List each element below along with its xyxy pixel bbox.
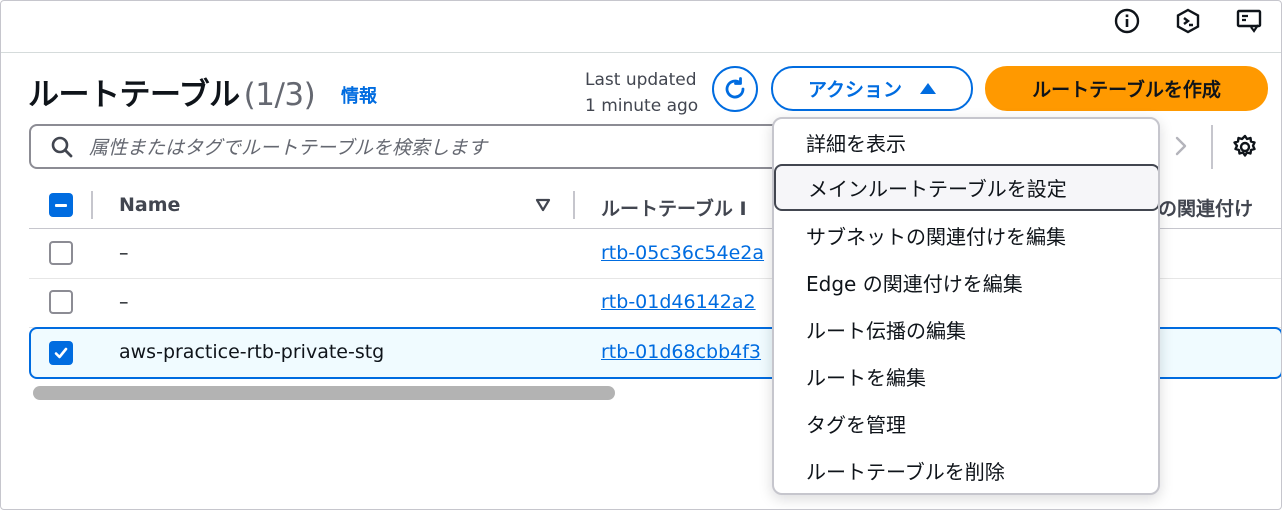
menu-item-set-main-route-table[interactable]: メインルートテーブルを設定 bbox=[774, 164, 1158, 211]
info-link[interactable]: 情報 bbox=[341, 82, 377, 108]
route-table-id-link[interactable]: rtb-05c36c54e2a bbox=[601, 242, 764, 264]
create-route-table-button[interactable]: ルートテーブルを作成 bbox=[985, 66, 1268, 111]
menu-item-manage-tags[interactable]: タグを管理 bbox=[774, 400, 1158, 447]
column-divider bbox=[573, 191, 575, 219]
column-header-route-table-id[interactable]: ルートテーブル I bbox=[601, 194, 747, 221]
page-title-text: ルートテーブル bbox=[28, 77, 240, 113]
route-table-id-link[interactable]: rtb-01d68cbb4f3 bbox=[601, 341, 761, 363]
actions-dropdown-button[interactable]: アクション bbox=[771, 66, 973, 111]
sort-descending-icon[interactable] bbox=[535, 197, 551, 213]
menu-item-edit-routes[interactable]: ルートを編集 bbox=[774, 353, 1158, 400]
actions-label: アクション bbox=[807, 79, 903, 101]
select-all-checkbox[interactable] bbox=[49, 193, 73, 217]
page-title: ルートテーブル (1/3) bbox=[28, 69, 316, 114]
feedback-icon[interactable] bbox=[1235, 7, 1263, 35]
menu-item-edit-subnet-associations[interactable]: サブネットの関連付けを編集 bbox=[774, 212, 1158, 259]
menu-item-delete-route-table[interactable]: ルートテーブルを削除 bbox=[774, 447, 1158, 493]
row-name: – bbox=[119, 242, 129, 264]
top-utility-bar bbox=[1, 1, 1281, 53]
chevron-right-icon[interactable] bbox=[1169, 133, 1193, 159]
checkmark-icon bbox=[54, 347, 68, 359]
menu-item-view-details[interactable]: 詳細を表示 bbox=[774, 119, 1158, 166]
last-updated-label: Last updated bbox=[585, 70, 697, 90]
menu-item-edit-edge-associations[interactable]: Edge の関連付けを編集 bbox=[774, 259, 1158, 306]
last-updated: Last updated 1 minute ago bbox=[585, 67, 698, 119]
column-header-name[interactable]: Name bbox=[119, 194, 180, 216]
scrollbar-thumb[interactable] bbox=[33, 386, 615, 400]
last-updated-time: 1 minute ago bbox=[585, 96, 699, 116]
column-divider bbox=[91, 191, 93, 219]
gear-icon[interactable] bbox=[1231, 133, 1259, 161]
row-name: aws-practice-rtb-private-stg bbox=[119, 341, 385, 363]
divider bbox=[1211, 125, 1213, 169]
actions-menu: 詳細を表示 メインルートテーブルを設定 サブネットの関連付けを編集 Edge の… bbox=[772, 117, 1160, 495]
menu-item-edit-route-propagation[interactable]: ルート伝播の編集 bbox=[774, 306, 1158, 353]
row-name: – bbox=[119, 291, 129, 313]
info-icon[interactable] bbox=[1113, 7, 1141, 35]
column-header-association[interactable]: の関連付け bbox=[1158, 194, 1253, 221]
row-checkbox-checked[interactable] bbox=[49, 341, 73, 365]
cloudshell-icon[interactable] bbox=[1174, 7, 1202, 35]
search-icon bbox=[51, 136, 73, 157]
refresh-button[interactable] bbox=[712, 66, 758, 112]
selection-count: (1/3) bbox=[243, 77, 316, 113]
row-checkbox[interactable] bbox=[49, 290, 73, 314]
row-checkbox[interactable] bbox=[49, 241, 73, 265]
caret-up-icon bbox=[920, 83, 937, 94]
route-table-id-link[interactable]: rtb-01d46142a2 bbox=[601, 291, 756, 313]
route-tables-panel: ルートテーブル (1/3) 情報 Last updated 1 minute ag… bbox=[0, 0, 1282, 510]
search-input[interactable]: 属性またはタグでルートテーブルを検索します bbox=[29, 124, 789, 169]
search-placeholder: 属性またはタグでルートテーブルを検索します bbox=[89, 137, 487, 159]
refresh-icon bbox=[725, 77, 745, 99]
